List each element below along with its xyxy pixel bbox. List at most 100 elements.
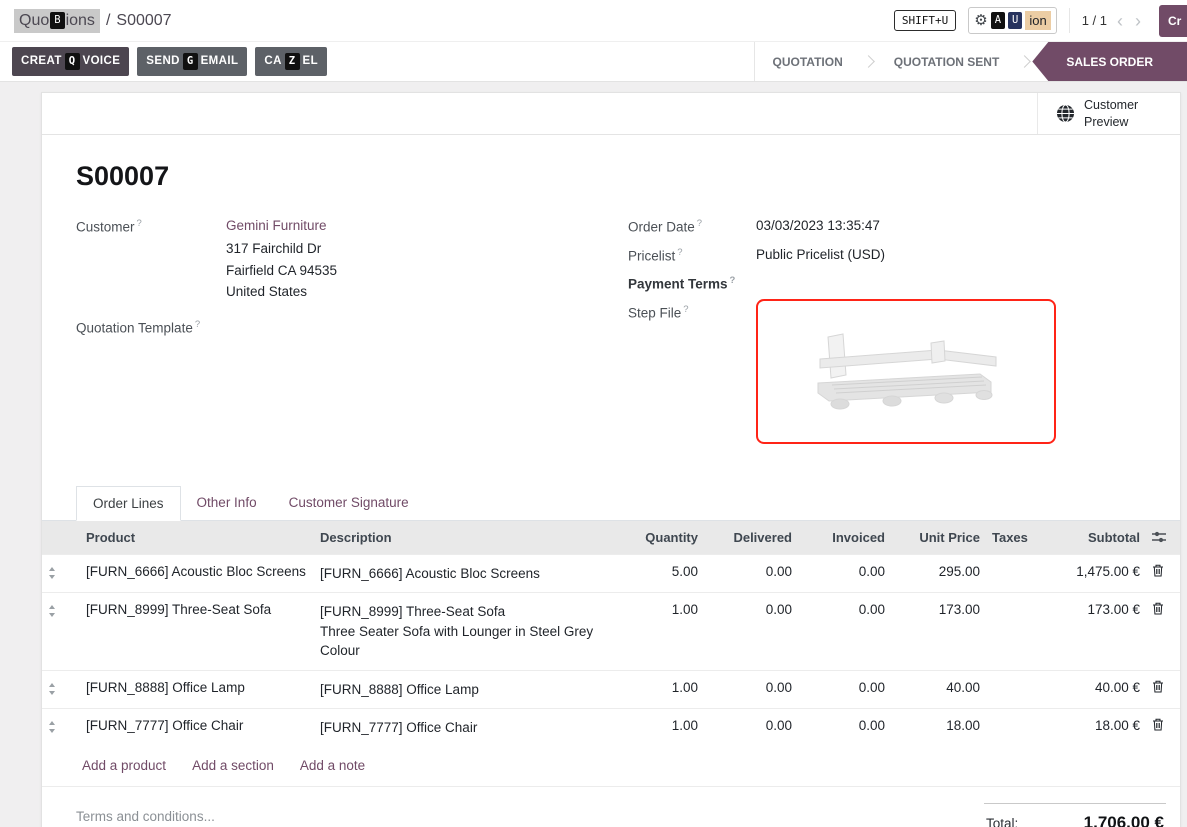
total-value: 1,706.00 € [1084,813,1164,827]
order-line-row[interactable]: [FURN_8999] Three-Seat Sofa [FURN_8999] … [42,593,1180,671]
cell-product[interactable]: [FURN_7777] Office Chair [80,709,314,747]
action-menu-button[interactable]: ⚙ A U ion [968,7,1056,34]
drag-handle-icon[interactable] [42,593,80,671]
delete-line-button[interactable] [1146,554,1180,593]
add-a-section-link[interactable]: Add a section [192,758,274,773]
send-email-button[interactable]: SEND G EMAIL [137,47,247,75]
cell-description[interactable]: [FURN_8999] Three-Seat Sofa Three Seater… [314,593,612,671]
customer-preview-label: Customer Preview [1084,97,1150,130]
delete-line-button[interactable] [1146,670,1180,709]
status-step-quotation-sent[interactable]: QUOTATION SENT [876,42,1018,81]
breadcrumb-quotations-link[interactable]: Quo B ions [14,9,100,33]
help-icon: ? [677,247,682,258]
drag-handle-icon[interactable] [42,709,80,747]
order-line-row[interactable]: [FURN_6666] Acoustic Bloc Screens [FURN_… [42,554,1180,593]
drag-handle-icon[interactable] [42,670,80,709]
cell-invoiced[interactable]: 0.00 [798,593,891,671]
cell-unit-price[interactable]: 40.00 [891,670,986,709]
create-button[interactable]: Cr [1159,5,1187,37]
cell-taxes[interactable] [986,670,1034,709]
customer-value: Gemini Furniture 317 Fairchild Dr Fairfi… [226,218,337,303]
cell-quantity[interactable]: 1.00 [612,709,704,747]
chevron-right-icon[interactable]: › [1133,12,1143,30]
order-line-row[interactable]: [FURN_8888] Office Lamp [FURN_8888] Offi… [42,670,1180,709]
delete-line-button[interactable] [1146,709,1180,747]
pager-counter: 1 / 1 [1082,13,1107,28]
total-label: Total: [986,816,1018,827]
optional-columns-button[interactable] [1146,521,1180,555]
cell-description[interactable]: [FURN_7777] Office Chair [314,709,612,747]
customer-link[interactable]: Gemini Furniture [226,218,327,233]
topbar-right: SHIFT+U ⚙ A U ion 1 / 1 ‹ › Cr [894,0,1187,41]
pricelist-label: Pricelist? [628,247,756,264]
shortcut-badge-b: B [50,12,64,28]
cell-delivered[interactable]: 0.00 [704,554,798,593]
cell-invoiced[interactable]: 0.00 [798,670,891,709]
customer-address: 317 Fairchild Dr Fairfield CA 94535 Unit… [226,238,337,303]
cell-invoiced[interactable]: 0.00 [798,709,891,747]
field-column-right: Order Date? 03/03/2023 13:35:47 Pricelis… [628,218,1146,456]
cell-product[interactable]: [FURN_6666] Acoustic Bloc Screens [80,554,314,593]
breadcrumb-record: S00007 [116,12,171,30]
cell-unit-price[interactable]: 18.00 [891,709,986,747]
cell-subtotal: 173.00 € [1034,593,1146,671]
field-payment-terms: Payment Terms? [628,275,1146,292]
cell-quantity[interactable]: 1.00 [612,593,704,671]
cell-delivered[interactable]: 0.00 [704,709,798,747]
add-a-note-link[interactable]: Add a note [300,758,365,773]
cell-description[interactable]: [FURN_6666] Acoustic Bloc Screens [314,554,612,593]
cell-product[interactable]: [FURN_8999] Three-Seat Sofa [80,593,314,671]
tab-other-info[interactable]: Other Info [181,486,273,520]
status-step-sales-order[interactable]: SALES ORDER [1032,42,1187,81]
create-invoice-label-suffix: VOICE [83,55,121,69]
tab-customer-signature[interactable]: Customer Signature [273,486,425,520]
cell-product[interactable]: [FURN_8888] Office Lamp [80,670,314,709]
list-footer-links: Add a product Add a section Add a note [42,747,1180,787]
cell-description[interactable]: [FURN_8888] Office Lamp [314,670,612,709]
chevron-left-icon[interactable]: ‹ [1115,12,1125,30]
delete-line-button[interactable] [1146,593,1180,671]
form-sheet: Customer Preview S00007 Customer? Gemini… [41,92,1181,827]
shortcut-badge-q: Q [65,53,80,69]
create-invoice-button[interactable]: CREAT Q VOICE [12,47,129,75]
pricelist-value[interactable]: Public Pricelist (USD) [756,247,885,262]
breadcrumb-text-suffix: ions [66,12,95,30]
terms-and-conditions-input[interactable]: Terms and conditions... [76,803,215,824]
customer-preview-button[interactable]: Customer Preview [1037,93,1180,134]
action-bar: CREAT Q VOICE SEND G EMAIL CA Z EL QUOTA… [0,42,1187,82]
cell-delivered[interactable]: 0.00 [704,670,798,709]
cell-delivered[interactable]: 0.00 [704,593,798,671]
cell-taxes[interactable] [986,593,1034,671]
order-date-value[interactable]: 03/03/2023 13:35:47 [756,218,880,233]
field-grid: Customer? Gemini Furniture 317 Fairchild… [76,218,1146,456]
order-line-row[interactable]: [FURN_7777] Office Chair [FURN_7777] Off… [42,709,1180,747]
drag-handle-icon[interactable] [42,554,80,593]
cancel-button[interactable]: CA Z EL [255,47,327,75]
shortcut-badge-g: G [183,53,198,69]
status-step-quotation[interactable]: QUOTATION [755,42,861,81]
cancel-label-suffix: EL [303,55,319,69]
column-header-description: Description [314,521,612,555]
step-file-preview[interactable] [756,299,1056,444]
create-invoice-label-prefix: CREAT [21,55,62,69]
field-column-left: Customer? Gemini Furniture 317 Fairchild… [76,218,628,456]
notebook-tabs: Order Lines Other Info Customer Signatur… [42,486,1180,521]
cell-quantity[interactable]: 5.00 [612,554,704,593]
cell-unit-price[interactable]: 173.00 [891,593,986,671]
cell-subtotal: 1,475.00 € [1034,554,1146,593]
tab-order-lines[interactable]: Order Lines [76,486,181,521]
cell-quantity[interactable]: 1.00 [612,670,704,709]
sheet-body: S00007 Customer? Gemini Furniture 317 Fa… [42,135,1180,456]
statusbar: QUOTATION QUOTATION SENT SALES ORDER [754,42,1187,81]
sheet-footer: Terms and conditions... Total: 1,706.00 … [42,787,1180,827]
shortcut-badge-shift-u: SHIFT+U [894,10,956,31]
cell-subtotal: 40.00 € [1034,670,1146,709]
help-icon: ? [137,218,142,229]
cell-taxes[interactable] [986,554,1034,593]
quotation-template-label: Quotation Template? [76,319,226,336]
cell-unit-price[interactable]: 295.00 [891,554,986,593]
breadcrumb-divider: / [106,12,110,30]
cell-invoiced[interactable]: 0.00 [798,554,891,593]
cell-taxes[interactable] [986,709,1034,747]
add-a-product-link[interactable]: Add a product [82,758,166,773]
